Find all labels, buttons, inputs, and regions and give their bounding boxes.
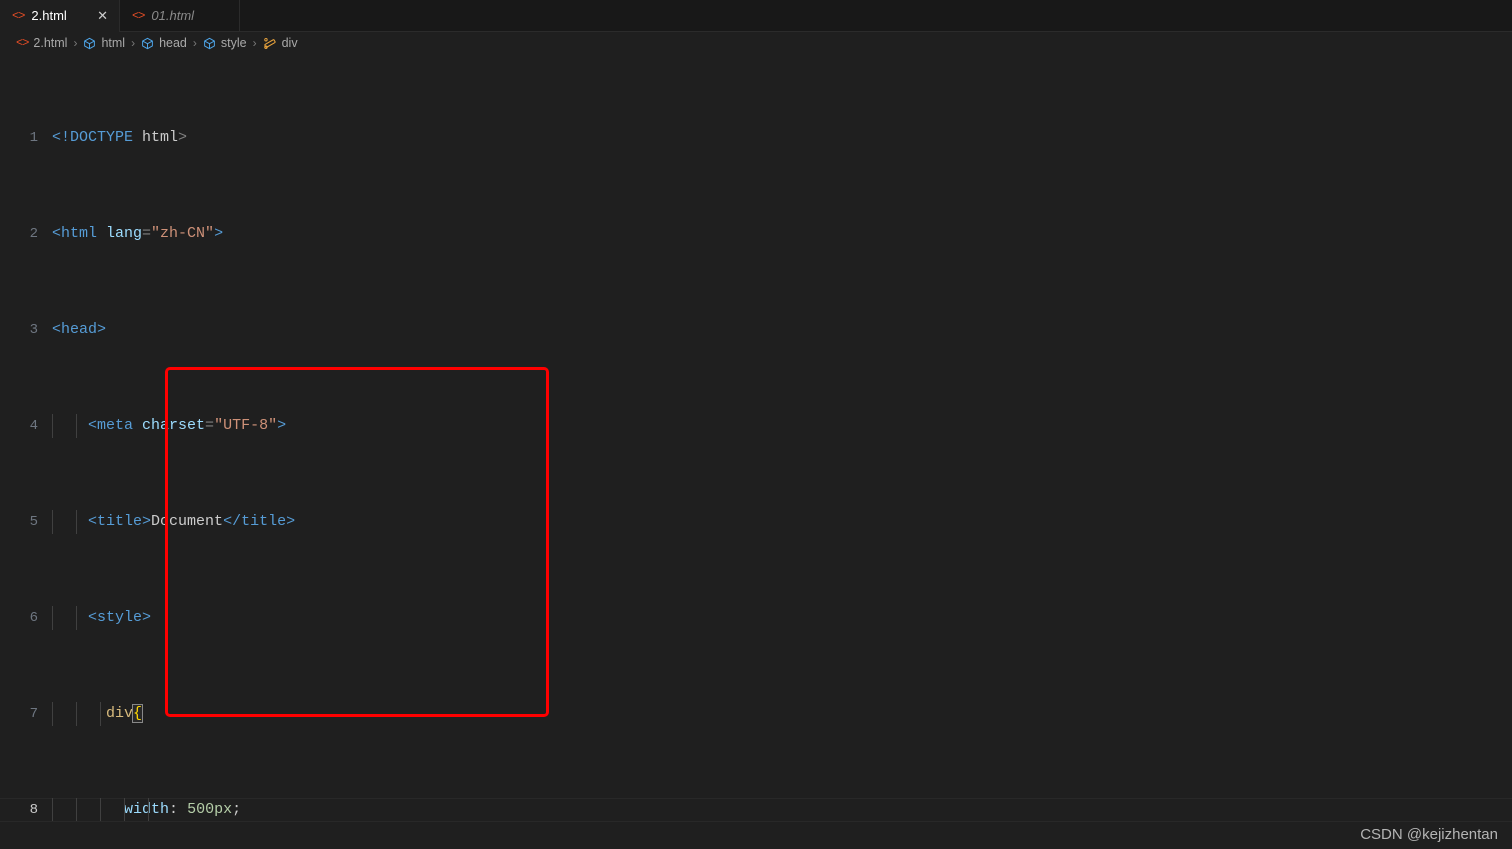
breadcrumb: <> 2.html › html › head › style › div — [0, 32, 1512, 54]
line-text: <html lang="zh-CN"> — [52, 222, 223, 246]
line-text: <style> — [52, 606, 151, 630]
token: > — [178, 129, 188, 146]
line-text: div{ — [52, 702, 144, 726]
token: <!DOCTYPE — [52, 129, 134, 146]
token: = — [142, 225, 152, 242]
line-number: 4 — [29, 418, 38, 434]
breadcrumb-item-div[interactable]: div — [263, 36, 298, 50]
breadcrumb-separator: › — [131, 36, 136, 50]
breadcrumb-label: 2.html — [33, 36, 68, 50]
line-number: 2 — [29, 226, 38, 242]
token: width — [124, 801, 170, 818]
token: <title — [88, 513, 143, 530]
token: lang — [97, 225, 143, 242]
tab-2-html[interactable]: <> 2.html ✕ — [0, 0, 120, 32]
tab-label: 2.html — [31, 8, 67, 23]
code-line: 5 <title>Document</title> — [0, 510, 1512, 534]
token: </title — [223, 513, 287, 530]
cube-icon — [141, 37, 154, 50]
tab-label: 01.html — [151, 8, 195, 23]
code-line: 7 div{ — [0, 702, 1512, 726]
breadcrumb-label: style — [220, 36, 247, 50]
code-line: 6 <style> — [0, 606, 1512, 630]
line-text: <head> — [52, 318, 106, 342]
breadcrumb-separator: › — [192, 36, 197, 50]
line-number: 1 — [29, 130, 38, 146]
token: > — [142, 513, 152, 530]
token: { — [132, 704, 144, 723]
token: > — [286, 513, 296, 530]
html5-icon: <> — [16, 36, 29, 50]
token: > — [277, 417, 287, 434]
css-ruler-icon — [263, 37, 277, 50]
line-number: 5 — [29, 514, 38, 530]
line-number: 3 — [29, 322, 38, 338]
line-number: 6 — [29, 610, 38, 626]
breadcrumb-item-file[interactable]: <> 2.html — [16, 36, 67, 50]
line-text: width: 500px; — [52, 798, 241, 822]
token: Document — [151, 513, 224, 530]
editor-tab-bar: <> 2.html ✕ <> 01.html — [0, 0, 1512, 32]
line-number: 8 — [29, 802, 38, 818]
breadcrumb-item-html[interactable]: html — [83, 36, 125, 50]
line-text: <meta charset="UTF-8"> — [52, 414, 286, 438]
cube-icon — [83, 37, 96, 50]
token: = — [205, 417, 215, 434]
line-text: <title>Document</title> — [52, 510, 295, 534]
cube-icon — [203, 37, 216, 50]
breadcrumb-label: head — [159, 36, 187, 50]
code-line: 1 <!DOCTYPE html> — [0, 126, 1512, 150]
watermark: CSDN @kejizhentan — [1360, 826, 1498, 843]
token: div — [106, 705, 134, 722]
token: : — [169, 801, 179, 818]
token: > — [214, 225, 224, 242]
html5-icon: <> — [132, 8, 145, 23]
html5-icon: <> — [12, 8, 25, 23]
code-content[interactable]: 1 <!DOCTYPE html> 2 <html lang="zh-CN"> … — [0, 54, 1512, 849]
code-line: 4 <meta charset="UTF-8"> — [0, 414, 1512, 438]
token: ; — [232, 801, 242, 818]
token: > — [97, 321, 107, 338]
tab-01-html[interactable]: <> 01.html — [120, 0, 240, 31]
code-editor[interactable]: 1 <!DOCTYPE html> 2 <html lang="zh-CN"> … — [0, 54, 1512, 849]
line-number: 7 — [29, 706, 38, 722]
token: <html — [52, 225, 98, 242]
code-line: 3 <head> — [0, 318, 1512, 342]
token: html — [133, 129, 179, 146]
breadcrumb-item-style[interactable]: style — [203, 36, 247, 50]
token: "zh-CN" — [151, 225, 215, 242]
token: <head — [52, 321, 98, 338]
token: > — [142, 609, 152, 626]
token: 500px — [187, 801, 233, 818]
breadcrumb-separator: › — [252, 36, 257, 50]
breadcrumb-label: html — [101, 36, 126, 50]
code-line-current: 8 width: 500px; — [0, 798, 1512, 822]
token: "UTF-8" — [214, 417, 278, 434]
tab-bar-empty-space — [240, 0, 1512, 31]
breadcrumb-label: div — [281, 36, 298, 50]
breadcrumb-separator: › — [73, 36, 78, 50]
breadcrumb-item-head[interactable]: head — [141, 36, 187, 50]
token: <style — [88, 609, 143, 626]
close-icon[interactable]: ✕ — [81, 9, 108, 22]
token: <meta — [88, 417, 134, 434]
token: charset — [133, 417, 206, 434]
line-text: <!DOCTYPE html> — [52, 126, 187, 150]
code-line: 2 <html lang="zh-CN"> — [0, 222, 1512, 246]
